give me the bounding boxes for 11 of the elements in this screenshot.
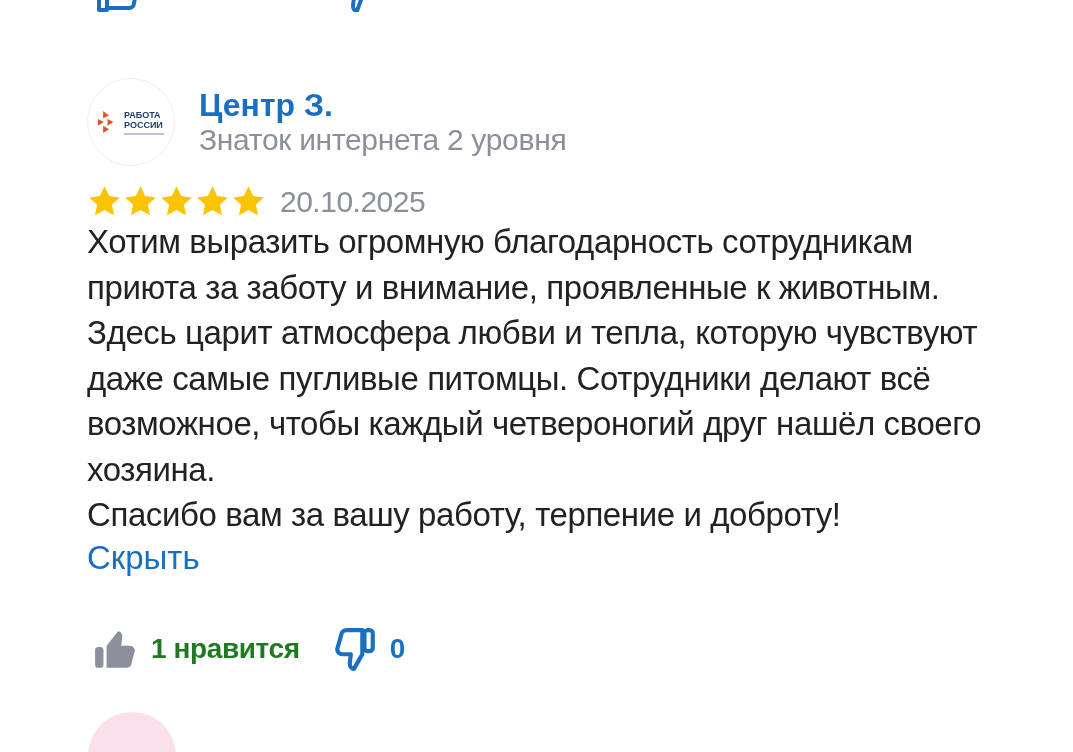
logo-text: РАБОТА [124,109,161,120]
like-button[interactable]: 1 нравится [93,625,300,672]
logo-rule [124,132,164,135]
review-text: Хотим выразить огромную благодарность сотрудникам приюта за заботу и внимание, проявленные к животным. Здесь царит атмосфера любви и тепла, которую чувствуют даже самые пугливые питомцы. Сотрудники делают всё возможное, чтобы каждый четвероногий друг нашёл своего хозяина. [87,222,983,490]
collapse-link[interactable]: Скрыть [87,537,200,578]
logo-text: РОССИИ [124,119,163,130]
dislike-button[interactable]: 0 [331,625,406,672]
review-text: Спасибо вам за вашу работу, терпение и доброту! [87,495,842,535]
review-date: 20.10.2025 [280,184,426,219]
author-name[interactable]: Центр З. [199,87,567,123]
author-level: Знаток интернета 2 уровня [199,123,567,157]
